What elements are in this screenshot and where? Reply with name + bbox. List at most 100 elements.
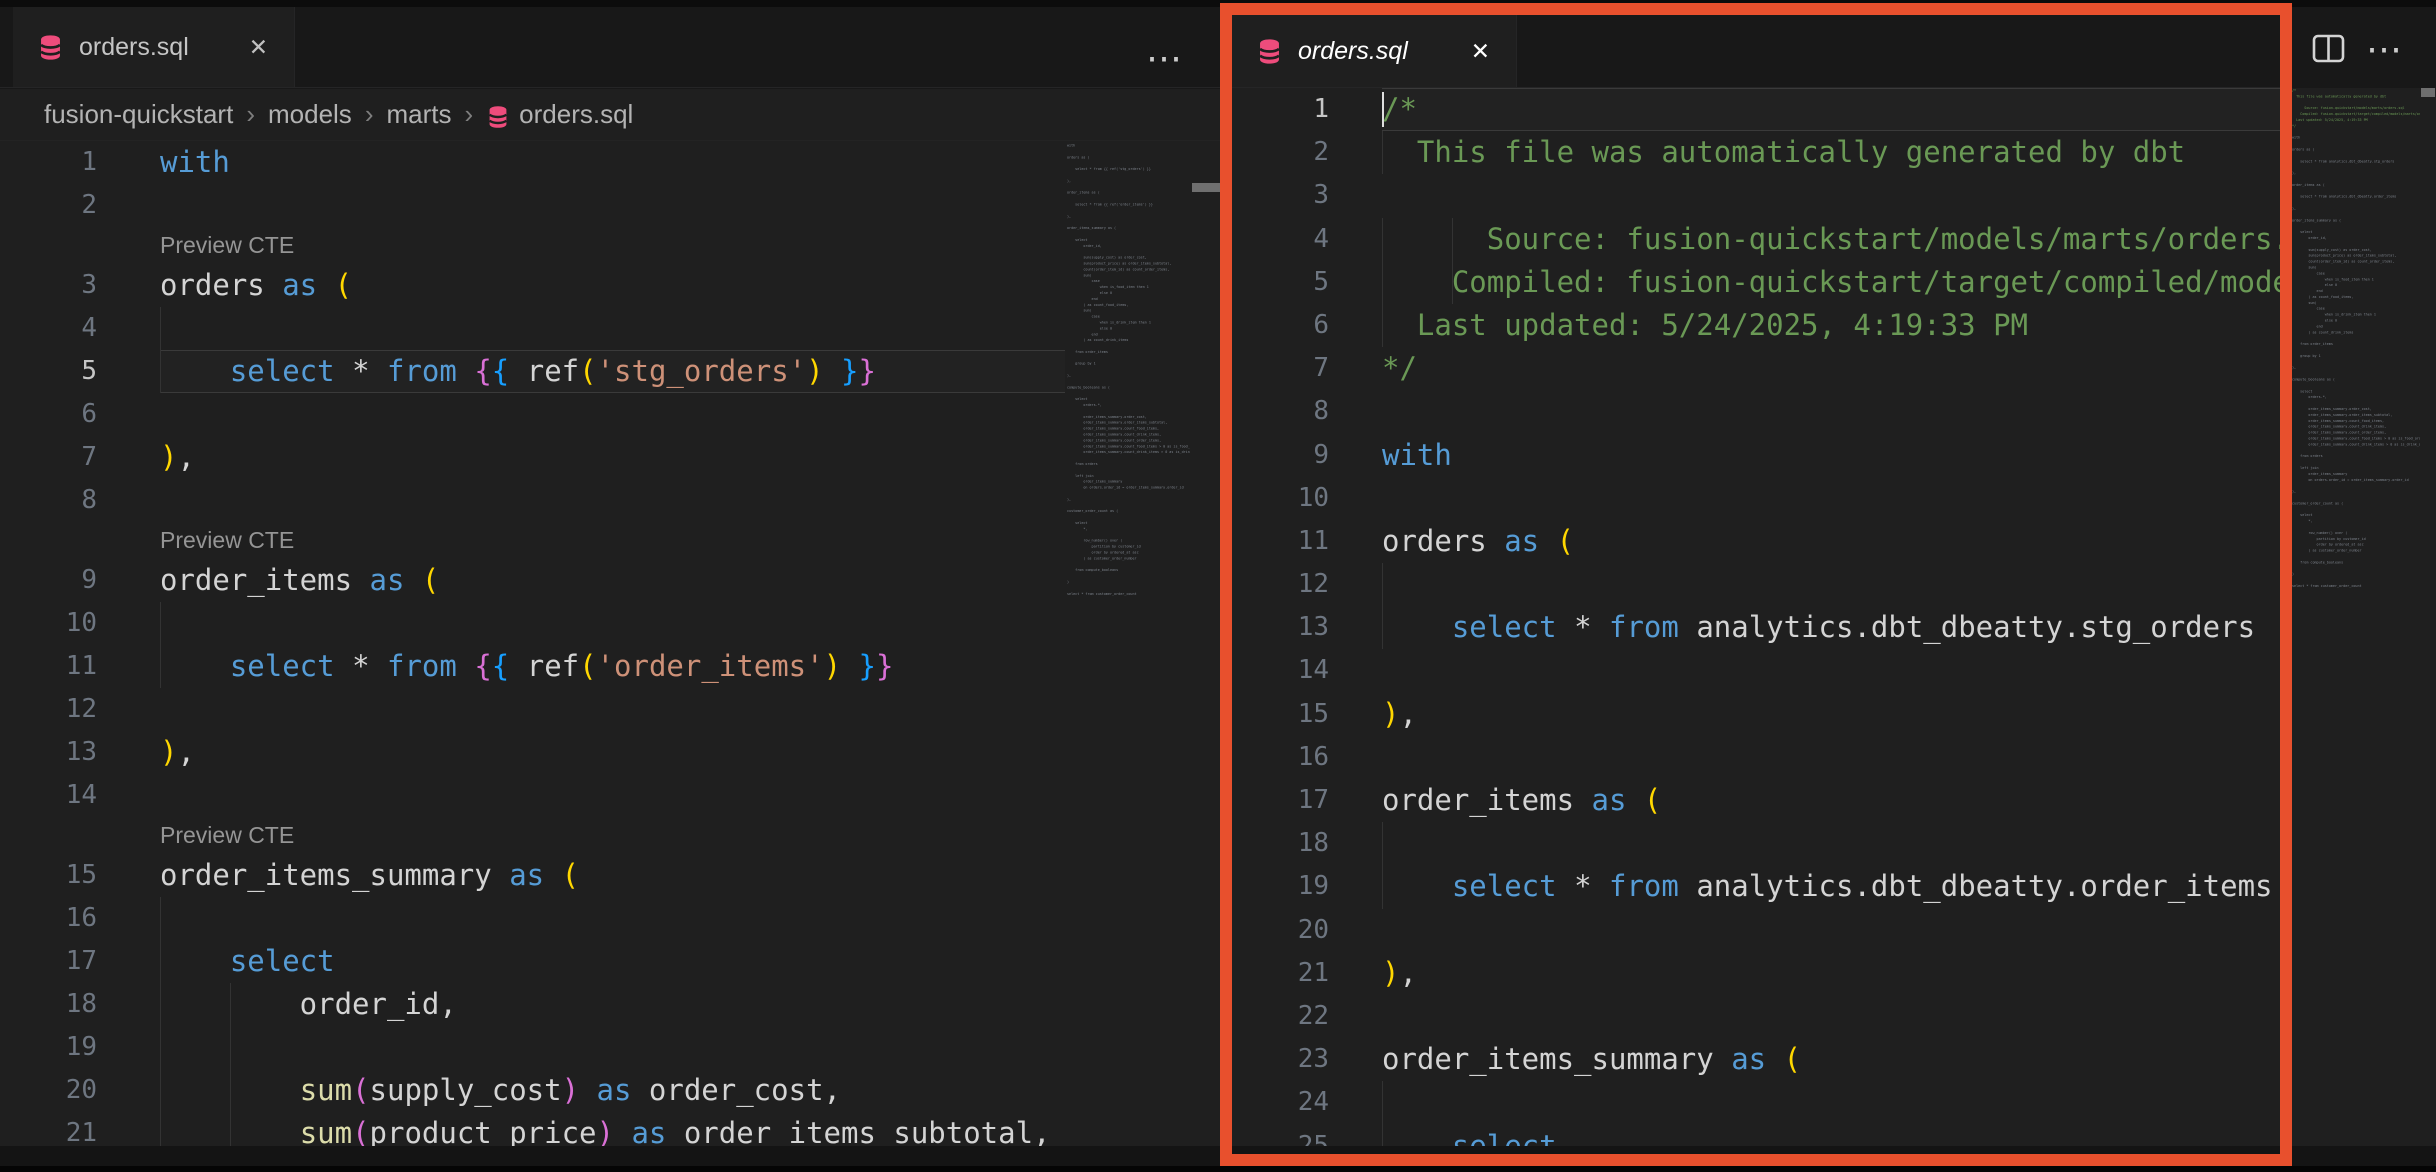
code-line[interactable]: 6 bbox=[0, 393, 1065, 436]
code-line[interactable]: 5 Compiled: fusion-quickstart/target/com… bbox=[1232, 261, 2280, 304]
code-line[interactable]: 21 sum(product_price) as order_items_sub… bbox=[0, 1112, 1065, 1146]
code-line-content: sum(product_price) as order_items_subtot… bbox=[160, 1112, 1065, 1146]
window-top-strip bbox=[0, 0, 2436, 7]
code-line[interactable]: 17order_items as ( bbox=[1232, 779, 2280, 822]
code-line-content: select * from analytics.dbt_dbeatty.stg_… bbox=[1382, 606, 2280, 649]
codelens-preview-cte-link[interactable]: Preview CTE bbox=[160, 527, 294, 553]
code-line[interactable]: 11 select * from {{ ref('order_items') }… bbox=[0, 645, 1065, 688]
code-line[interactable]: 8 bbox=[1232, 390, 2280, 433]
indent-guide bbox=[1382, 1081, 1383, 1124]
code-line[interactable]: 12 bbox=[1232, 563, 2280, 606]
code-line-content bbox=[160, 602, 1065, 645]
line-number: 3 bbox=[1232, 174, 1329, 217]
code-line[interactable]: 12 bbox=[0, 688, 1065, 731]
code-line[interactable]: 16 bbox=[1232, 736, 2280, 779]
editor-actions-more-button[interactable]: ⋯ bbox=[1146, 40, 1185, 76]
code-line[interactable]: 14 bbox=[1232, 649, 2280, 692]
code-line[interactable]: 9order_items as ( bbox=[0, 559, 1065, 602]
line-number: 15 bbox=[0, 854, 97, 897]
code-line[interactable]: 6 Last updated: 5/24/2025, 4:19:33 PM bbox=[1232, 304, 2280, 347]
code-line[interactable]: 15), bbox=[1232, 693, 2280, 736]
codelens-preview-cte-link[interactable]: Preview CTE bbox=[160, 232, 294, 258]
code-line-content bbox=[160, 897, 1065, 940]
code-line[interactable]: 18 order_id, bbox=[0, 983, 1065, 1026]
line-number: 12 bbox=[0, 688, 97, 731]
code-line-content: with bbox=[1382, 434, 2280, 477]
code-line[interactable]: 23order_items_summary as ( bbox=[1232, 1038, 2280, 1081]
more-actions-button[interactable]: ⋯ bbox=[2366, 31, 2405, 67]
code-line[interactable]: 2 bbox=[0, 184, 1065, 227]
code-line-content: select * from {{ ref('stg_orders') }} bbox=[160, 350, 1065, 393]
minimap-left[interactable]: withorders as ( select * from {{ ref('st… bbox=[1067, 143, 1190, 1146]
code-line[interactable]: 15 order_items_summary as ( bbox=[0, 854, 1065, 897]
line-number: 18 bbox=[0, 983, 97, 1026]
line-number: 4 bbox=[1232, 218, 1329, 261]
code-line-content: select * from {{ ref('order_items') }} bbox=[160, 645, 1065, 688]
code-line-content bbox=[160, 479, 1065, 522]
line-number: 11 bbox=[1232, 520, 1329, 563]
code-line[interactable]: 4 bbox=[0, 307, 1065, 350]
code-line[interactable]: 9with bbox=[1232, 434, 2280, 477]
breadcrumb-item-fusion-quickstart[interactable]: fusion-quickstart bbox=[44, 99, 233, 130]
code-line[interactable]: 17 select bbox=[0, 940, 1065, 983]
close-icon[interactable]: ✕ bbox=[1471, 40, 1490, 63]
text-cursor bbox=[1382, 92, 1384, 127]
code-line[interactable]: 10 bbox=[0, 602, 1065, 645]
code-line[interactable]: 13), bbox=[0, 731, 1065, 774]
code-line[interactable]: 14 bbox=[0, 774, 1065, 817]
code-line[interactable]: 19 bbox=[0, 1026, 1065, 1069]
right-column-header bbox=[2280, 7, 2436, 88]
tab-orders-sql-right[interactable]: orders.sql ✕ bbox=[1232, 15, 1517, 87]
code-line[interactable]: 1/* bbox=[1232, 88, 2280, 131]
code-line[interactable]: 8 bbox=[0, 479, 1065, 522]
code-line[interactable]: 24 bbox=[1232, 1081, 2280, 1124]
code-line[interactable]: 20 bbox=[1232, 909, 2280, 952]
code-line-content: select bbox=[160, 940, 1065, 983]
code-line[interactable]: 7), bbox=[0, 436, 1065, 479]
code-line[interactable]: 3orders as ( bbox=[0, 264, 1065, 307]
code-line[interactable]: 16 bbox=[0, 897, 1065, 940]
code-line[interactable]: 18 bbox=[1232, 822, 2280, 865]
indent-guide bbox=[160, 602, 161, 645]
minimap-line: select * from customer_order_count bbox=[1067, 591, 1190, 597]
code-area-right[interactable]: 1/*2 This file was automatically generat… bbox=[1232, 88, 2280, 1146]
codelens-preview-cte-link[interactable]: Preview CTE bbox=[160, 822, 294, 848]
line-number: 11 bbox=[0, 645, 97, 688]
code-line[interactable]: 7*/ bbox=[1232, 347, 2280, 390]
code-line[interactable]: 19 select * from analytics.dbt_dbeatty.o… bbox=[1232, 865, 2280, 908]
breadcrumb: fusion-quickstart›models›marts›orders.sq… bbox=[0, 89, 1220, 141]
line-number: 22 bbox=[1232, 995, 1329, 1038]
code-line[interactable]: 20 sum(supply_cost) as order_cost, bbox=[0, 1069, 1065, 1112]
code-line[interactable]: 10 bbox=[1232, 477, 2280, 520]
minimap-line: order_items_summary.count_drink_items > … bbox=[1067, 450, 1190, 456]
minimap-line: select * from customer_order_count bbox=[2292, 583, 2420, 589]
code-line-content bbox=[160, 1026, 1065, 1069]
code-line[interactable]: 11 orders as ( bbox=[1232, 520, 2280, 563]
code-line[interactable]: 2 This file was automatically generated … bbox=[1232, 131, 2280, 174]
code-line[interactable]: 13 select * from analytics.dbt_dbeatty.s… bbox=[1232, 606, 2280, 649]
code-line[interactable]: 21), bbox=[1232, 952, 2280, 995]
code-line-content: order_items_summary as ( bbox=[160, 854, 1065, 897]
line-number: 20 bbox=[1232, 909, 1329, 952]
breadcrumb-separator: › bbox=[246, 99, 255, 130]
minimap-right[interactable]: /* This file was automatically generated… bbox=[2292, 88, 2420, 1146]
breadcrumb-item-orders.sql[interactable]: orders.sql bbox=[519, 99, 633, 130]
breadcrumb-item-marts[interactable]: marts bbox=[386, 99, 451, 130]
code-line[interactable]: 3 bbox=[1232, 174, 2280, 217]
code-line[interactable]: 5 select * from {{ ref('stg_orders') }} bbox=[0, 350, 1065, 393]
line-number: 17 bbox=[0, 940, 97, 983]
line-number: 14 bbox=[1232, 649, 1329, 692]
code-line[interactable]: 25 select bbox=[1232, 1125, 2280, 1147]
code-line-content: /* bbox=[1382, 88, 2280, 131]
code-line-content: sum(supply_cost) as order_cost, bbox=[160, 1069, 1065, 1112]
breadcrumb-item-models[interactable]: models bbox=[268, 99, 352, 130]
code-area-left[interactable]: 1with2 Preview CTE 3orders as (45 select *… bbox=[0, 141, 1065, 1146]
indent-guide bbox=[1382, 563, 1383, 606]
code-line-content: orders as ( bbox=[1382, 520, 2280, 563]
close-icon[interactable]: ✕ bbox=[249, 36, 268, 59]
split-editor-button[interactable] bbox=[2306, 26, 2350, 70]
code-line[interactable]: 1with bbox=[0, 141, 1065, 184]
code-line[interactable]: 4 Source: fusion-quickstart/models/marts… bbox=[1232, 218, 2280, 261]
tab-orders-sql-left[interactable]: orders.sql ✕ bbox=[13, 7, 295, 87]
code-line[interactable]: 22 bbox=[1232, 995, 2280, 1038]
